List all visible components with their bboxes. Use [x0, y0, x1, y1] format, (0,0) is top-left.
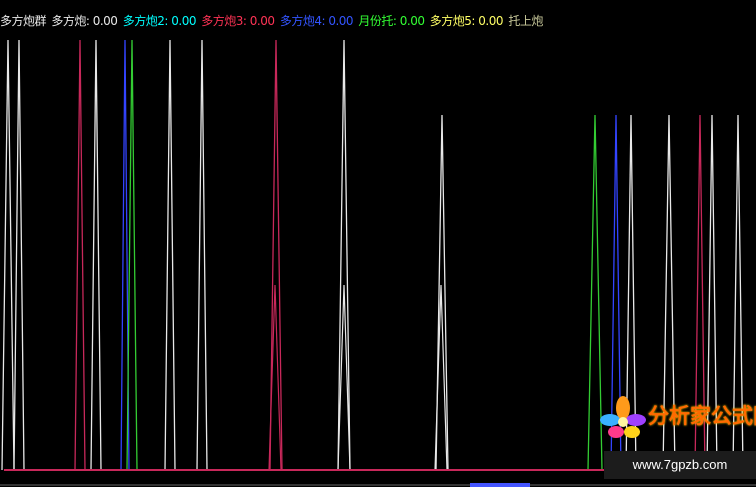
- signal-spike: [435, 114, 449, 471]
- signal-spike: [74, 39, 86, 471]
- signal-spike: [90, 39, 102, 471]
- signal-spike: [196, 39, 208, 471]
- chart-window: 多方炮群 多方炮: 0.00 多方炮2: 0.00 多方炮3: 0.00 多方炮…: [0, 0, 756, 487]
- signal-spike: [164, 39, 176, 471]
- axis-cursor[interactable]: [470, 483, 530, 487]
- watermark-url: www.7gpzb.com: [604, 451, 756, 479]
- legend-item-yuefentuo: 月份托: 0.00: [358, 14, 425, 28]
- legend-item-duofangpao: 多方炮: 0.00: [51, 14, 118, 28]
- indicator-legend: 多方炮群 多方炮: 0.00 多方炮2: 0.00 多方炮3: 0.00 多方炮…: [0, 11, 545, 31]
- flower-logo-icon: [600, 396, 646, 438]
- signal-spike: [13, 39, 25, 471]
- legend-item-duofangpao4: 多方炮4: 0.00: [279, 14, 354, 28]
- signal-spike: [1, 39, 15, 471]
- legend-item-tuoshangpao: 托上炮: [508, 14, 543, 28]
- legend-item-duofangpao2: 多方炮2: 0.00: [122, 14, 197, 28]
- legend-item-duofangpao3: 多方炮3: 0.00: [201, 14, 275, 28]
- signal-spike: [269, 39, 283, 471]
- legend-title: 多方炮群: [0, 14, 47, 28]
- watermark-name: 分析家公式网: [648, 404, 756, 428]
- legend-item-duofangpao5: 多方炮5: 0.00: [429, 14, 504, 28]
